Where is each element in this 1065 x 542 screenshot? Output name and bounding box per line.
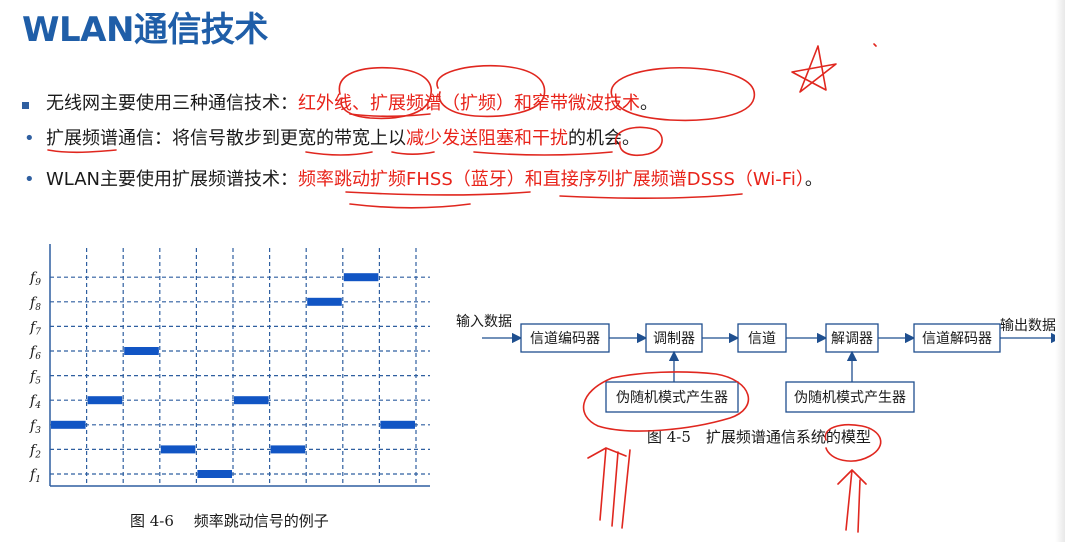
slide: WLAN通信技术 无线网主要使用三种通信技术：红外线、扩展频谱（扩频）和窄带微波… — [0, 0, 1065, 542]
annotation-arrow-left — [587, 447, 627, 521]
screen-edge — [1055, 0, 1065, 542]
annotation-circle-infrared — [338, 66, 432, 120]
annotation-underline-wider — [305, 151, 373, 156]
annotation-arrow-right — [837, 469, 867, 531]
annotation-star — [791, 45, 837, 93]
annotation-loop-generator — [582, 371, 750, 432]
annotation-underline-spread-comm — [47, 149, 117, 154]
annotation-underline-fhss-1 — [345, 191, 531, 196]
annotation-underline-reduce — [473, 151, 613, 156]
annotation-loop-caption — [824, 424, 882, 462]
handwritten-annotations — [47, 43, 882, 533]
annotation-circle-narrowband — [610, 66, 756, 122]
annotation-underline-dsss — [559, 193, 743, 199]
annotation-circle-spread-spectrum — [436, 64, 546, 118]
annotation-underline-infrared — [349, 113, 431, 118]
annotation-underline-fhss-2 — [349, 203, 471, 209]
annotation-circle-interference — [615, 126, 663, 157]
